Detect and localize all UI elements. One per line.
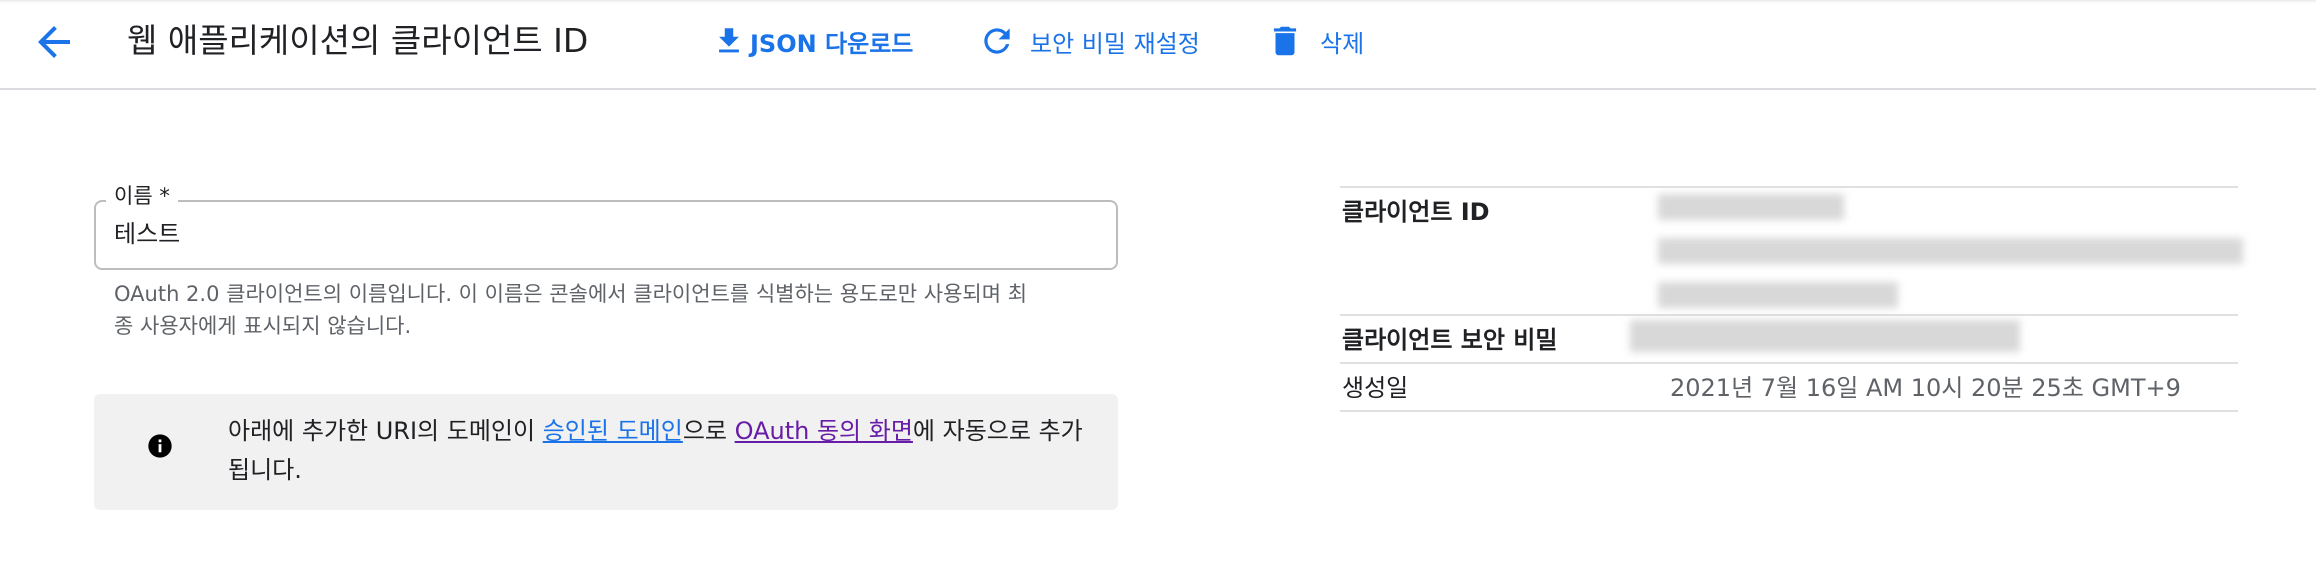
client-secret-row: 클라이언트 보안 비밀 bbox=[1340, 314, 2238, 362]
download-json-label: JSON 다운로드 bbox=[750, 29, 914, 58]
client-secret-redacted bbox=[1630, 320, 2020, 352]
delete-label: 삭제 bbox=[1320, 29, 1365, 58]
client-id-label: 클라이언트 ID bbox=[1342, 198, 1490, 226]
domain-notice-text: 아래에 추가한 URI의 도메인이 승인된 도메인으로 OAuth 동의 화면에… bbox=[228, 412, 1088, 490]
name-helper-line2: 종 사용자에게 표시되지 않습니다. bbox=[114, 314, 412, 338]
created-row: 생성일 2021년 7월 16일 AM 10시 20분 25초 GMT+9 bbox=[1340, 362, 2238, 412]
refresh-icon bbox=[984, 28, 1010, 54]
name-helper-text: OAuth 2.0 클라이언트의 이름입니다. 이 이름은 콘솔에서 클라이언트… bbox=[114, 278, 1084, 342]
created-value: 2021년 7월 16일 AM 10시 20분 25초 GMT+9 bbox=[1670, 374, 2181, 402]
download-icon bbox=[719, 28, 739, 53]
top-app-bar: 웹 애플리케이션의 클라이언트 ID JSON 다운로드 보안 비밀 재설정 삭… bbox=[0, 0, 2316, 90]
back-button[interactable] bbox=[30, 18, 78, 66]
name-input[interactable]: 테스트 bbox=[94, 200, 1118, 270]
delete-button[interactable]: 삭제 bbox=[1266, 18, 1364, 64]
oauth-consent-screen-link[interactable]: OAuth 동의 화면 bbox=[735, 417, 913, 445]
notice-text-middle: 으로 bbox=[682, 417, 735, 445]
download-json-button[interactable]: JSON 다운로드 bbox=[712, 18, 913, 64]
client-details: 클라이언트 ID 클라이언트 보안 비밀 생성일 2021년 7월 16일 AM… bbox=[1340, 186, 2243, 412]
created-label: 생성일 bbox=[1342, 374, 1409, 402]
reset-secret-label: 보안 비밀 재설정 bbox=[1030, 29, 1200, 58]
authorized-domains-link[interactable]: 승인된 도메인 bbox=[543, 417, 683, 445]
notice-text-before: 아래에 추가한 URI의 도메인이 bbox=[228, 417, 543, 445]
domain-notice: 아래에 추가한 URI의 도메인이 승인된 도메인으로 OAuth 동의 화면에… bbox=[94, 394, 1118, 510]
client-id-row: 클라이언트 ID bbox=[1340, 186, 2243, 314]
name-input-value: 테스트 bbox=[114, 220, 181, 248]
trash-icon bbox=[1273, 26, 1297, 56]
name-helper-line1: OAuth 2.0 클라이언트의 이름입니다. 이 이름은 콘솔에서 클라이언트… bbox=[114, 282, 1028, 306]
client-secret-label: 클라이언트 보안 비밀 bbox=[1342, 326, 1558, 354]
reset-secret-button[interactable]: 보안 비밀 재설정 bbox=[978, 18, 1200, 64]
notice-text-line2: 됩니다. bbox=[228, 456, 302, 484]
notice-text-after: 에 자동으로 추가 bbox=[912, 417, 1083, 445]
name-field-label: 이름 * bbox=[106, 182, 178, 210]
page-title: 웹 애플리케이션의 클라이언트 ID bbox=[127, 21, 589, 60]
arrow-left-icon bbox=[38, 26, 70, 58]
info-icon bbox=[148, 434, 172, 458]
